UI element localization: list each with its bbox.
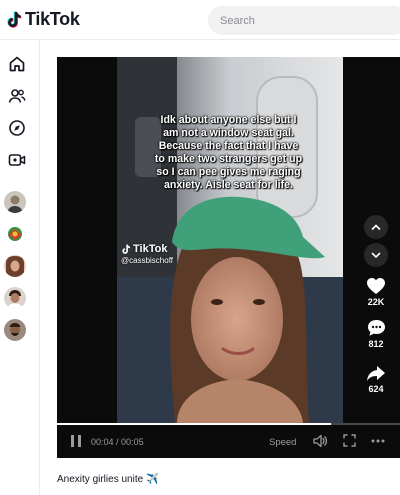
- progress-bar[interactable]: [57, 423, 400, 425]
- video-description: Anexity girlies unite ✈️: [57, 474, 159, 485]
- watermark-username: @cassbischoff: [121, 256, 173, 265]
- comment-count: 812: [368, 339, 384, 349]
- sidebar: [0, 40, 40, 495]
- avatar[interactable]: [4, 287, 26, 309]
- speed-button[interactable]: Speed: [269, 437, 296, 448]
- pause-icon: [71, 435, 81, 447]
- next-video-button[interactable]: [364, 243, 388, 267]
- pause-button[interactable]: [69, 433, 83, 449]
- home-icon[interactable]: [6, 53, 28, 75]
- like-count: 22K: [367, 297, 385, 307]
- avatar[interactable]: [4, 191, 26, 213]
- search-input[interactable]: [220, 14, 390, 27]
- more-icon: [371, 439, 385, 443]
- total-time: 00:05: [121, 437, 144, 447]
- volume-button[interactable]: [312, 433, 328, 449]
- live-icon[interactable]: [6, 149, 28, 171]
- comment-button[interactable]: 812: [360, 319, 392, 349]
- description-text: Anexity girlies unite: [57, 474, 144, 485]
- comment-icon: [367, 320, 385, 336]
- like-button[interactable]: 22K: [360, 277, 392, 307]
- tiktok-watermark: TikTok @cassbischoff: [121, 243, 173, 265]
- more-options-button[interactable]: [370, 433, 386, 449]
- time-display: 00:04 / 00:05: [91, 437, 144, 447]
- progress-fill: [57, 423, 332, 425]
- previous-video-button[interactable]: [364, 215, 388, 239]
- fullscreen-button[interactable]: [342, 433, 357, 448]
- top-bar: TikTok: [0, 0, 400, 40]
- video-player[interactable]: Idk about anyone else but I am not a win…: [57, 57, 400, 458]
- tiktok-note-icon: [122, 244, 130, 254]
- share-button[interactable]: 624: [360, 365, 392, 394]
- action-column: 22K 812 624: [360, 57, 400, 458]
- airplane-emoji-icon: ✈️: [146, 474, 159, 485]
- volume-icon: [313, 434, 328, 448]
- watermark-brand: TikTok: [133, 243, 168, 255]
- tiktok-note-icon: [7, 10, 22, 28]
- fullscreen-icon: [343, 434, 356, 447]
- tiktok-logo[interactable]: TikTok: [6, 9, 80, 30]
- search-bar[interactable]: [208, 6, 400, 35]
- video-caption: Idk about anyone else but I am not a win…: [154, 114, 303, 191]
- chevron-up-icon: [371, 224, 381, 230]
- explore-icon[interactable]: [6, 117, 28, 139]
- logo-text: TikTok: [25, 9, 80, 29]
- following-icon[interactable]: [6, 85, 28, 107]
- heart-icon: [367, 278, 385, 294]
- video-controls: 00:04 / 00:05 Speed: [57, 427, 400, 458]
- share-count: 624: [368, 384, 384, 394]
- share-icon: [367, 366, 385, 381]
- avatar[interactable]: [4, 255, 26, 277]
- avatar[interactable]: [4, 319, 26, 341]
- avatar[interactable]: [4, 223, 26, 245]
- current-time: 00:04: [91, 437, 114, 447]
- chevron-down-icon: [371, 252, 381, 259]
